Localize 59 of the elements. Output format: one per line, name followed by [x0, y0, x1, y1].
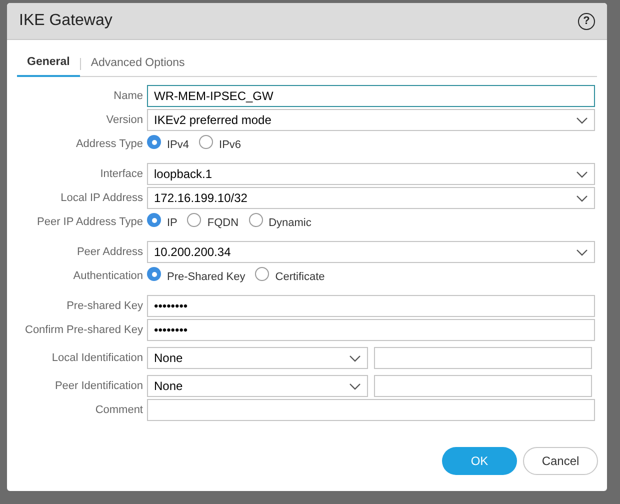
field-label: Local IP Address	[60, 190, 143, 206]
radio-button[interactable]	[255, 267, 270, 282]
field-label: Address Type	[74, 137, 143, 152]
chevron-down-icon	[349, 382, 361, 390]
select-field[interactable]: None	[147, 347, 368, 369]
radio-label: Certificate	[275, 270, 325, 285]
radio-label: IPv6	[219, 138, 242, 153]
chevron-down-icon	[576, 116, 588, 124]
radio-label: Pre-Shared Key	[167, 270, 246, 285]
input-field[interactable]: ••••••••	[147, 295, 595, 317]
field-label: Version	[105, 112, 143, 128]
radio-button[interactable]	[199, 135, 214, 150]
select-value: IKEv2 preferred mode	[154, 112, 272, 129]
field-label: Authentication	[72, 269, 143, 284]
radio-label: IPv4	[167, 138, 190, 153]
tab[interactable]: Advanced Options	[80, 50, 195, 76]
select-value: 10.200.200.34	[154, 244, 231, 261]
window-title: IKE Gateway	[19, 11, 112, 31]
select-field[interactable]: 10.200.200.34	[147, 241, 595, 263]
cancel-button[interactable]: Cancel	[523, 447, 598, 475]
radio-button[interactable]	[147, 213, 161, 228]
input-value: ••••••••	[154, 322, 188, 339]
select-field[interactable]: loopback.1	[147, 163, 595, 185]
radio-button[interactable]	[147, 267, 161, 282]
input-field[interactable]: WR-MEM-IPSEC_GW	[147, 85, 595, 107]
input-field[interactable]: ••••••••	[147, 319, 595, 341]
select-value: None	[154, 378, 183, 395]
field-label: Peer Identification	[54, 378, 143, 394]
input-field[interactable]	[147, 399, 595, 421]
help-button[interactable]: ?	[578, 12, 595, 30]
radio-button[interactable]	[187, 213, 202, 228]
field-label: Local Identification	[50, 350, 143, 366]
input-field[interactable]	[374, 375, 592, 397]
radio-button[interactable]	[248, 213, 263, 228]
radio-label: IP	[167, 216, 178, 231]
input-value: ••••••••	[154, 298, 188, 315]
select-field[interactable]: 172.16.199.10/32	[147, 187, 595, 209]
radio-button[interactable]	[147, 135, 161, 150]
select-value: None	[154, 350, 183, 367]
select-field[interactable]: None	[147, 375, 368, 397]
select-value: 172.16.199.10/32	[154, 190, 248, 207]
input-value: WR-MEM-IPSEC_GW	[154, 88, 274, 105]
field-label: Name	[112, 88, 143, 104]
field-label: Interface	[99, 166, 143, 182]
chevron-down-icon	[576, 170, 588, 178]
input-field[interactable]	[374, 347, 592, 369]
field-label: Comment	[94, 402, 143, 418]
chevron-down-icon	[576, 248, 588, 256]
tab[interactable]: General	[17, 50, 80, 76]
chevron-down-icon	[576, 194, 588, 202]
field-label: Pre-shared Key	[66, 298, 143, 314]
radio-label: Dynamic	[268, 216, 312, 231]
chevron-down-icon	[349, 354, 361, 362]
select-value: loopback.1	[154, 166, 212, 183]
field-label: Peer Address	[76, 244, 143, 260]
select-field[interactable]: IKEv2 preferred mode	[147, 109, 595, 131]
field-label: Peer IP Address Type	[36, 215, 143, 230]
radio-label: FQDN	[207, 216, 239, 231]
field-label: Confirm Pre-shared Key	[24, 322, 143, 338]
